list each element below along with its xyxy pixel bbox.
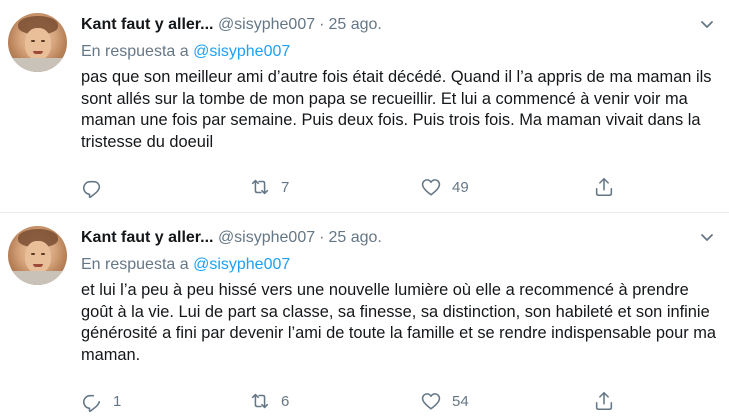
retweet-button[interactable]: 7 [249, 175, 289, 199]
reply-context: En respuesta a @sisyphe007 [81, 41, 290, 63]
heart-icon [421, 179, 441, 196]
tweet-text: et lui l’a peu à peu hissé vers une nouv… [81, 281, 717, 364]
separator-dot: · [319, 229, 325, 246]
reply-prefix: En respuesta a [81, 43, 189, 60]
share-button[interactable] [593, 175, 615, 199]
user-handle[interactable]: @sisyphe007 [218, 229, 315, 246]
retweet-icon [251, 179, 269, 195]
chevron-down-icon[interactable] [700, 20, 714, 30]
share-icon [595, 391, 613, 411]
reply-icon [82, 180, 101, 198]
retweet-count: 6 [281, 392, 290, 410]
tweet-timestamp[interactable]: 25 ago. [328, 229, 381, 246]
share-icon [595, 177, 613, 197]
display-name[interactable]: Kant faut y aller... [81, 16, 213, 33]
avatar[interactable] [8, 13, 67, 72]
like-count: 54 [452, 392, 469, 410]
reply-context: En respuesta a @sisyphe007 [81, 254, 290, 276]
reply-count: 1 [113, 392, 122, 410]
reply-button[interactable]: 1 [81, 389, 121, 413]
retweet-count: 7 [281, 178, 290, 196]
reply-mention-link[interactable]: @sisyphe007 [193, 256, 290, 273]
heart-icon [421, 393, 441, 410]
like-button[interactable]: 49 [420, 175, 469, 199]
tweet-text: pas que son meilleur ami d’autre fois ét… [81, 68, 712, 151]
tweet-actions: 7 49 [81, 175, 621, 199]
tweet-header: Kant faut y aller... @sisyphe007 · 25 ago. [81, 14, 382, 36]
chevron-down-icon[interactable] [700, 233, 714, 243]
retweet-icon [251, 393, 269, 409]
reply-icon [82, 394, 101, 412]
share-button[interactable] [593, 389, 615, 413]
separator-dot: · [319, 16, 325, 33]
retweet-button[interactable]: 6 [249, 389, 289, 413]
user-handle[interactable]: @sisyphe007 [218, 16, 315, 33]
like-button[interactable]: 54 [420, 389, 469, 413]
reply-prefix: En respuesta a [81, 256, 189, 273]
tweet-timestamp[interactable]: 25 ago. [328, 16, 381, 33]
reply-button[interactable] [81, 175, 113, 199]
tweet-actions: 1 6 54 [81, 389, 621, 413]
tweet-header: Kant faut y aller... @sisyphe007 · 25 ago. [81, 227, 382, 249]
avatar[interactable] [8, 226, 67, 285]
like-count: 49 [452, 178, 469, 196]
tweet[interactable]: Kant faut y aller... @sisyphe007 · 25 ago.… [0, 0, 729, 213]
reply-mention-link[interactable]: @sisyphe007 [193, 43, 290, 60]
tweet[interactable]: Kant faut y aller... @sisyphe007 · 25 ago.… [0, 213, 729, 420]
display-name[interactable]: Kant faut y aller... [81, 229, 213, 246]
